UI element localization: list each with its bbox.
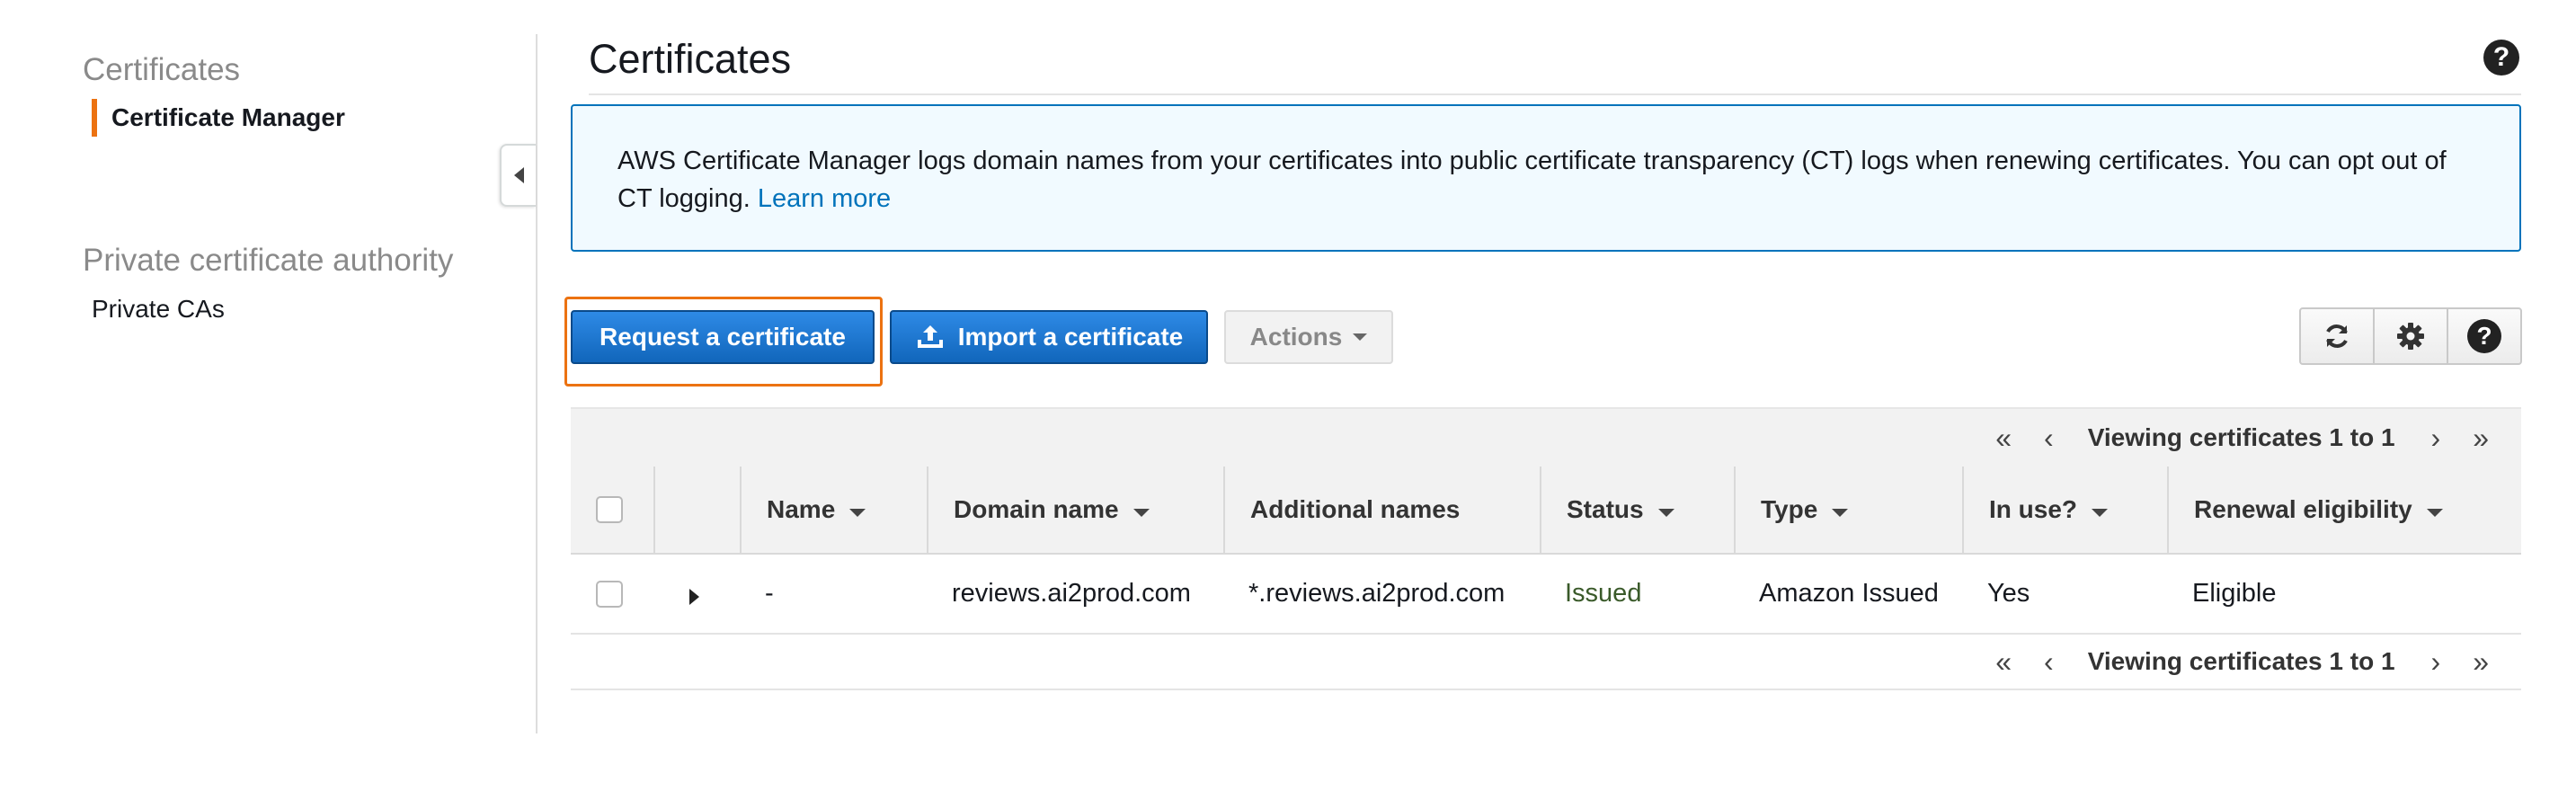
refresh-button[interactable] bbox=[2301, 309, 2375, 363]
cell-in-use: Yes bbox=[1987, 579, 2030, 608]
request-certificate-button[interactable]: Request a certificate bbox=[571, 310, 875, 364]
column-label: Domain name bbox=[954, 495, 1119, 523]
sort-desc-icon bbox=[1133, 508, 1150, 517]
cell-name: - bbox=[765, 579, 774, 608]
sidebar-heading-certificates: Certificates bbox=[83, 52, 241, 87]
row-select-cell bbox=[571, 555, 653, 633]
gear-icon bbox=[2397, 323, 2424, 350]
help-icon: ? bbox=[2467, 319, 2501, 353]
info-text: AWS Certificate Manager logs domain name… bbox=[617, 147, 2447, 213]
column-label: Type bbox=[1761, 495, 1818, 523]
learn-more-link[interactable]: Learn more bbox=[758, 184, 891, 213]
column-header-renewal[interactable]: Renewal eligibility bbox=[2167, 467, 2521, 553]
pagination-text: Viewing certificates 1 to 1 bbox=[2087, 647, 2395, 675]
sort-desc-icon bbox=[1832, 508, 1849, 517]
column-label: Status bbox=[1567, 495, 1644, 523]
actions-label: Actions bbox=[1249, 323, 1343, 351]
sort-desc-icon bbox=[2426, 508, 2443, 517]
table-tools: ? bbox=[2299, 307, 2522, 365]
cell-additional-names: *.reviews.ai2prod.com bbox=[1248, 579, 1506, 608]
row-expand-cell[interactable] bbox=[653, 555, 740, 633]
next-page-icon[interactable]: › bbox=[2431, 645, 2441, 679]
column-header-name[interactable]: Name bbox=[740, 467, 927, 553]
column-header-in-use[interactable]: In use? bbox=[1962, 467, 2167, 553]
table-header: Name Domain name Additional names Status… bbox=[571, 467, 2521, 555]
prev-page-icon[interactable]: ‹ bbox=[2044, 645, 2054, 679]
import-certificate-button[interactable]: Import a certificate bbox=[890, 310, 1208, 364]
select-all-checkbox[interactable] bbox=[596, 496, 623, 523]
row-checkbox[interactable] bbox=[596, 580, 623, 608]
table-help-button[interactable]: ? bbox=[2448, 309, 2520, 363]
sidebar-item-certificate-manager[interactable]: Certificate Manager bbox=[92, 99, 345, 137]
expand-header-cell bbox=[653, 467, 740, 553]
first-page-icon[interactable]: « bbox=[1995, 645, 2012, 679]
first-page-icon[interactable]: « bbox=[1995, 422, 2012, 455]
status-badge: Issued bbox=[1565, 579, 1642, 608]
select-all-cell bbox=[571, 467, 653, 553]
sort-desc-icon bbox=[849, 508, 866, 517]
column-label: Renewal eligibility bbox=[2194, 495, 2412, 523]
column-header-domain[interactable]: Domain name bbox=[927, 467, 1223, 553]
column-header-status[interactable]: Status bbox=[1540, 467, 1734, 553]
cell-type: Amazon Issued bbox=[1759, 579, 1939, 608]
help-icon[interactable]: ? bbox=[2483, 40, 2519, 76]
page-title: Certificates bbox=[589, 36, 792, 82]
settings-button[interactable] bbox=[2375, 309, 2448, 363]
sidebar-collapse-button[interactable] bbox=[500, 144, 536, 207]
next-page-icon[interactable]: › bbox=[2431, 422, 2441, 455]
column-header-type[interactable]: Type bbox=[1734, 467, 1962, 553]
column-label: In use? bbox=[1989, 495, 2078, 523]
cell-renewal: Eligible bbox=[2192, 579, 2277, 608]
column-label: Name bbox=[767, 495, 836, 523]
caret-down-icon bbox=[1353, 333, 1368, 341]
ct-logging-info-box: AWS Certificate Manager logs domain name… bbox=[571, 104, 2521, 252]
sidebar-heading-private-ca: Private certificate authority bbox=[83, 243, 454, 278]
pagination-top: « ‹ Viewing certificates 1 to 1 › » bbox=[571, 407, 2521, 467]
sidebar-divider bbox=[536, 34, 537, 733]
collapse-left-icon bbox=[513, 167, 524, 183]
column-header-additional-names: Additional names bbox=[1223, 467, 1540, 553]
pagination-bottom: « ‹ Viewing certificates 1 to 1 › » bbox=[571, 635, 2521, 690]
upload-icon bbox=[917, 325, 943, 348]
column-label: Additional names bbox=[1250, 495, 1461, 523]
sidebar: Certificates Certificate Manager Private… bbox=[0, 0, 536, 737]
table-row[interactable]: - reviews.ai2prod.com *.reviews.ai2prod.… bbox=[571, 555, 2521, 635]
sidebar-item-private-cas[interactable]: Private CAs bbox=[92, 293, 225, 325]
sort-desc-icon bbox=[2092, 508, 2109, 517]
last-page-icon[interactable]: » bbox=[2473, 645, 2489, 679]
sort-desc-icon bbox=[1657, 508, 1674, 517]
cell-domain: reviews.ai2prod.com bbox=[952, 579, 1191, 608]
prev-page-icon[interactable]: ‹ bbox=[2044, 422, 2054, 455]
refresh-icon bbox=[2326, 324, 2348, 348]
actions-dropdown[interactable]: Actions bbox=[1224, 310, 1393, 364]
pagination-text: Viewing certificates 1 to 1 bbox=[2087, 423, 2395, 451]
import-certificate-label: Import a certificate bbox=[957, 323, 1184, 351]
title-divider bbox=[589, 93, 2521, 95]
expand-right-icon bbox=[689, 588, 699, 605]
last-page-icon[interactable]: » bbox=[2473, 422, 2489, 455]
